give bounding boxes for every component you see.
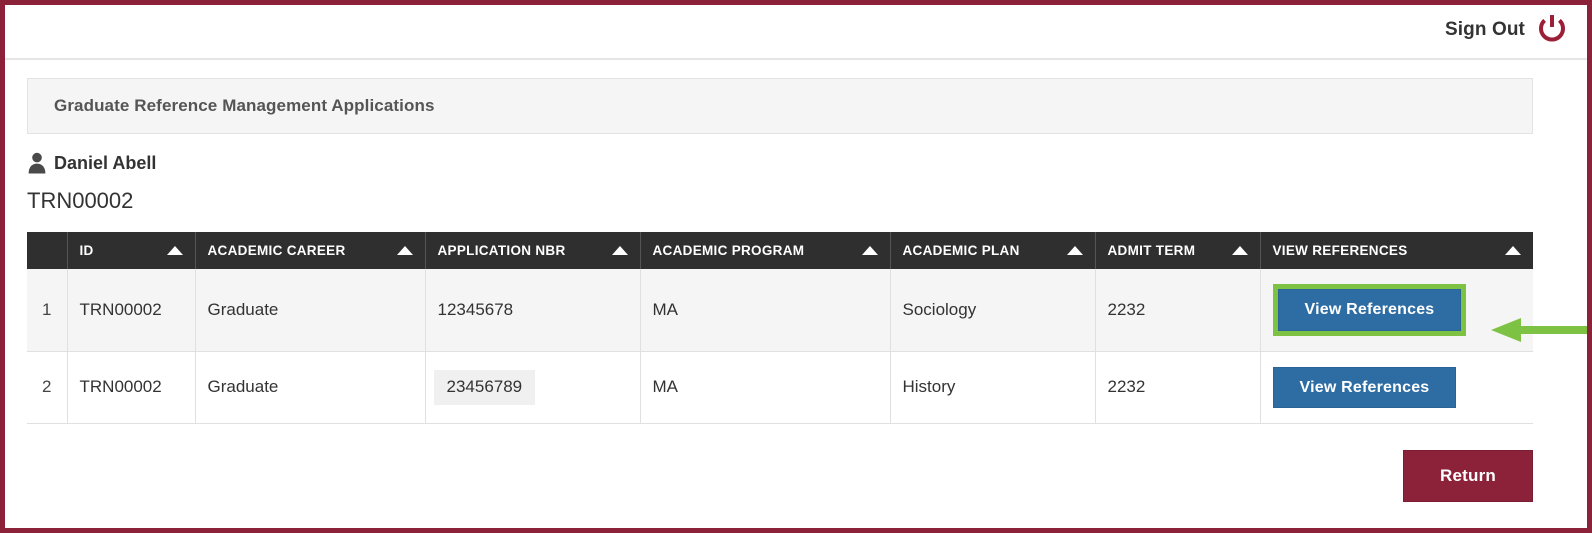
cell-view-references: View References — [1260, 269, 1533, 352]
col-label-id: ID — [79, 243, 94, 258]
table-body: 1 TRN00002 Graduate 12345678 MA Sociolog… — [27, 269, 1533, 425]
col-header-academic-career[interactable]: ACADEMIC CAREER — [195, 232, 426, 269]
person-icon — [27, 152, 47, 174]
cell-view-references: View References — [1260, 351, 1533, 425]
sign-out-button[interactable]: Sign Out — [1445, 13, 1569, 47]
button-wrapper: View References — [1272, 366, 1457, 409]
applications-grid: ID ACADEMIC CAREER APPLICATION NBR ACADE… — [27, 232, 1533, 425]
col-label-academic-program: ACADEMIC PROGRAM — [652, 243, 805, 258]
col-header-rownum — [27, 232, 68, 269]
sort-ascending-icon[interactable] — [1066, 246, 1083, 255]
page-content: Graduate Reference Management Applicatio… — [5, 60, 1587, 503]
highlight-box: View References — [1272, 284, 1467, 336]
cell-rownum: 1 — [27, 269, 68, 352]
table-row: 1 TRN00002 Graduate 12345678 MA Sociolog… — [27, 269, 1533, 352]
col-header-admit-term[interactable]: ADMIT TERM — [1095, 232, 1261, 269]
view-references-button[interactable]: View References — [1272, 366, 1457, 409]
col-header-id[interactable]: ID — [67, 232, 196, 269]
cell-application-nbr: 12345678 — [425, 269, 641, 352]
sort-ascending-icon[interactable] — [611, 246, 628, 255]
col-label-admit-term: ADMIT TERM — [1107, 243, 1196, 258]
cell-admit-term: 2232 — [1095, 269, 1261, 352]
cell-academic-program: MA — [640, 351, 891, 425]
application-page: Sign Out Graduate Reference Management A… — [0, 0, 1592, 533]
col-header-academic-plan[interactable]: ACADEMIC PLAN — [890, 232, 1096, 269]
sort-ascending-icon[interactable] — [1231, 246, 1248, 255]
footer-actions: Return — [27, 450, 1533, 503]
col-label-application-nbr: APPLICATION NBR — [437, 243, 566, 258]
top-bar: Sign Out — [5, 5, 1587, 60]
sort-ascending-icon[interactable] — [861, 246, 878, 255]
student-identity: Daniel Abell — [27, 152, 1587, 174]
cell-academic-plan: Sociology — [890, 269, 1096, 352]
col-label-academic-career: ACADEMIC CAREER — [207, 243, 346, 258]
table-head: ID ACADEMIC CAREER APPLICATION NBR ACADE… — [27, 232, 1533, 269]
sort-ascending-icon[interactable] — [396, 246, 413, 255]
col-header-academic-program[interactable]: ACADEMIC PROGRAM — [640, 232, 891, 269]
header-row: ID ACADEMIC CAREER APPLICATION NBR ACADE… — [27, 232, 1533, 269]
cell-academic-career: Graduate — [195, 269, 426, 352]
col-label-academic-plan: ACADEMIC PLAN — [902, 243, 1020, 258]
cell-academic-career: Graduate — [195, 351, 426, 425]
cell-id: TRN00002 — [67, 269, 196, 352]
col-header-application-nbr[interactable]: APPLICATION NBR — [425, 232, 641, 269]
cell-admit-term: 2232 — [1095, 351, 1261, 425]
cell-rownum: 2 — [27, 351, 68, 425]
panel-title: Graduate Reference Management Applicatio… — [27, 78, 1533, 134]
sort-ascending-icon[interactable] — [166, 246, 183, 255]
cell-academic-plan: History — [890, 351, 1096, 425]
student-emplid: TRN00002 — [27, 188, 134, 213]
cell-academic-program: MA — [640, 269, 891, 352]
sort-ascending-icon[interactable] — [1505, 246, 1521, 255]
application-nbr-field[interactable]: 23456789 — [433, 369, 536, 405]
col-label-view-references: VIEW REFERENCES — [1272, 243, 1408, 258]
sign-out-label: Sign Out — [1445, 19, 1525, 40]
return-button[interactable]: Return — [1403, 450, 1533, 503]
col-header-view-references[interactable]: VIEW REFERENCES — [1260, 232, 1533, 269]
student-name: Daniel Abell — [54, 152, 157, 173]
cell-application-nbr: 23456789 — [425, 351, 641, 425]
applications-table: ID ACADEMIC CAREER APPLICATION NBR ACADE… — [27, 232, 1533, 425]
view-references-button[interactable]: View References — [1277, 289, 1462, 331]
power-icon[interactable] — [1535, 13, 1569, 47]
table-row: 2 TRN00002 Graduate 23456789 MA History … — [27, 351, 1533, 425]
cell-id: TRN00002 — [67, 351, 196, 425]
